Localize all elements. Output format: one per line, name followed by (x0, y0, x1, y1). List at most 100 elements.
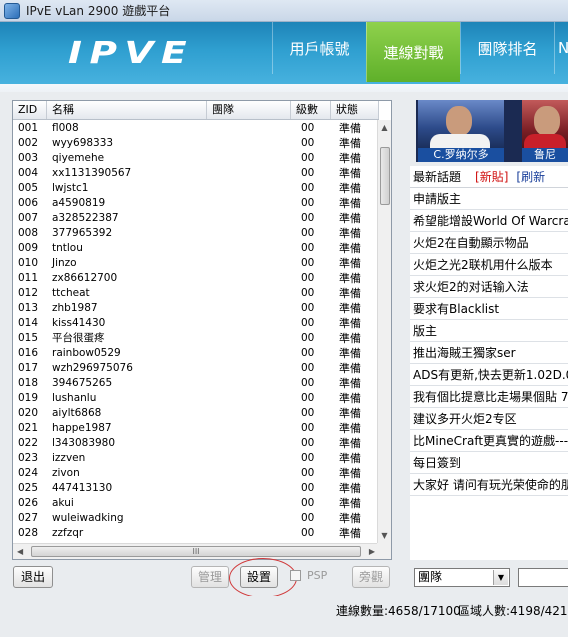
cell-team (207, 526, 291, 541)
cell-status: 準備 (339, 437, 361, 450)
player-photo[interactable]: 鲁尼 (522, 100, 568, 162)
table-row[interactable]: 007 a328522387 00 準備 (13, 211, 379, 226)
table-row[interactable]: 025 447413130 00 準備 (13, 481, 379, 496)
vertical-scrollbar[interactable]: ▲ ▼ (377, 120, 391, 543)
cell-level: 00 (301, 317, 315, 329)
table-row[interactable]: 018 394675265 00 準備 (13, 376, 379, 391)
cell-team (207, 211, 291, 226)
table-row[interactable]: 016 rainbow0529 00 準備 (13, 346, 379, 361)
chevron-down-icon[interactable]: ▼ (493, 570, 508, 585)
forum-topic[interactable]: 要求有Blacklist (410, 298, 568, 320)
chat-input[interactable] (518, 568, 568, 587)
refresh-link[interactable]: [刷新 (516, 168, 545, 185)
table-row[interactable]: 017 wzh296975076 00 準備 (13, 361, 379, 376)
cell-team (207, 496, 291, 511)
cell-zid: 028 (18, 527, 39, 539)
forum-topic[interactable]: 大家好 请问有玩光荣使命的朋 (410, 474, 568, 496)
table-row[interactable]: 014 kiss41430 00 準備 (13, 316, 379, 331)
cell-team (207, 256, 291, 271)
table-row[interactable]: 009 tntlou 00 準備 (13, 241, 379, 256)
cell-name: aiylt6868 (52, 407, 102, 419)
horizontal-scrollbar[interactable]: ◀ III ▶ (13, 543, 379, 559)
forum-topic[interactable]: 每日簽到 (410, 452, 568, 474)
tab-more[interactable]: N (554, 22, 568, 74)
cell-status: 準備 (339, 362, 361, 375)
column-header-status[interactable]: 狀態 (331, 101, 379, 119)
forum-topic[interactable]: 建议多开火炬2专区 (410, 408, 568, 430)
exit-button[interactable]: 退出 (13, 566, 53, 588)
forum-topic[interactable]: 我有個比提意比走場果個貼 7 (410, 386, 568, 408)
tab-user-account[interactable]: 用戶帳號 (272, 22, 366, 74)
cell-status: 準備 (339, 197, 361, 210)
vertical-scroll-thumb[interactable] (380, 147, 390, 205)
scroll-down-icon[interactable]: ▼ (380, 531, 389, 540)
checkbox-box[interactable] (290, 570, 301, 581)
player-photo[interactable]: C.罗纳尔多 (418, 100, 504, 162)
cell-level: 00 (301, 182, 315, 194)
column-header-zid[interactable]: ZID (13, 101, 47, 119)
table-row[interactable]: 010 Jinzo 00 準備 (13, 256, 379, 271)
spectate-button[interactable]: 旁觀 (352, 566, 390, 588)
cell-zid: 024 (18, 467, 39, 479)
column-header-team[interactable]: 團隊 (207, 101, 291, 119)
table-row[interactable]: 022 l343083980 00 準備 (13, 436, 379, 451)
photo-face (446, 106, 472, 136)
cell-level: 00 (301, 137, 315, 149)
cell-status: 準備 (339, 152, 361, 165)
cell-status: 準備 (339, 212, 361, 225)
column-header-level[interactable]: 級數 (291, 101, 331, 119)
forum-topic[interactable]: 版主 (410, 320, 568, 342)
table-row[interactable]: 028 zzfzqr 00 準備 (13, 526, 379, 541)
forum-topic[interactable]: 求火炬2的对话输入法 (410, 276, 568, 298)
forum-topic[interactable]: 比MineCraft更真實的遊戲---B (410, 430, 568, 452)
psp-checkbox[interactable]: PSP (290, 569, 327, 582)
table-row[interactable]: 012 ttcheat 00 準備 (13, 286, 379, 301)
cell-zid: 002 (18, 137, 39, 149)
scroll-left-icon[interactable]: ◀ (17, 547, 23, 556)
table-row[interactable]: 008 377965392 00 準備 (13, 226, 379, 241)
table-row[interactable]: 023 izzven 00 準備 (13, 451, 379, 466)
cell-level: 00 (301, 212, 315, 224)
team-select[interactable]: 團隊 ▼ (414, 568, 510, 587)
table-row[interactable]: 026 akui 00 準備 (13, 496, 379, 511)
table-row[interactable]: 003 qiyemehe 00 準備 (13, 151, 379, 166)
forum-panel: 最新話題 [新貼] [刷新 申請版主 希望能增設World Of Warcraft… (410, 166, 568, 560)
table-row[interactable]: 006 a4590819 00 準備 (13, 196, 379, 211)
table-row[interactable]: 002 wyy698333 00 準備 (13, 136, 379, 151)
player-list: ZID 名稱 團隊 級數 狀態 001 fl008 00 準備 002 wyy698333… (12, 100, 392, 560)
tab-team-ranking[interactable]: 團隊排名 (460, 22, 554, 74)
table-row[interactable]: 027 wuleiwadking 00 準備 (13, 511, 379, 526)
table-row[interactable]: 024 zivon 00 準備 (13, 466, 379, 481)
forum-topic[interactable]: 申請版主 (410, 188, 568, 210)
cell-level: 00 (301, 332, 315, 344)
forum-topic[interactable]: ADS有更新,快去更新1.02D.0 (410, 364, 568, 386)
cell-zid: 016 (18, 347, 39, 359)
table-row[interactable]: 001 fl008 00 準備 (13, 121, 379, 136)
table-row[interactable]: 021 happe1987 00 準備 (13, 421, 379, 436)
forum-topic[interactable]: 希望能增設World Of Warcraft (410, 210, 568, 232)
table-row[interactable]: 019 lushanlu 00 準備 (13, 391, 379, 406)
cell-zid: 014 (18, 317, 39, 329)
table-row[interactable]: 011 zx86612700 00 準備 (13, 271, 379, 286)
cell-zid: 008 (18, 227, 39, 239)
topic-list: 申請版主 希望能增設World Of Warcraft 火炬2在自動顯示物品 火炬之光… (410, 188, 568, 496)
forum-topic[interactable]: 推出海賊王獨家ser (410, 342, 568, 364)
table-row[interactable]: 015 平台很蛋疼 00 準備 (13, 331, 379, 346)
photo-face (534, 106, 560, 136)
manage-button[interactable]: 管理 (191, 566, 229, 588)
column-header-name[interactable]: 名稱 (47, 101, 207, 119)
forum-topic[interactable]: 火炬之光2联机用什么版本 (410, 254, 568, 276)
cell-status: 準備 (339, 332, 361, 345)
status-bar: 連線數量:4658/17100 區域人數:4198/4218 (0, 596, 568, 637)
table-row[interactable]: 020 aiylt6868 00 準備 (13, 406, 379, 421)
table-row[interactable]: 005 lwjstc1 00 準備 (13, 181, 379, 196)
table-row[interactable]: 013 zhb1987 00 準備 (13, 301, 379, 316)
new-post-link[interactable]: [新貼] (475, 168, 508, 185)
table-row[interactable]: 004 xx1131390567 00 準備 (13, 166, 379, 181)
cell-team (207, 136, 291, 151)
horizontal-scroll-thumb[interactable]: III (31, 546, 361, 557)
tab-online-battle[interactable]: 連線對戰 (366, 22, 460, 82)
scroll-right-icon[interactable]: ▶ (369, 547, 375, 556)
scroll-up-icon[interactable]: ▲ (380, 123, 389, 132)
forum-topic[interactable]: 火炬2在自動顯示物品 (410, 232, 568, 254)
